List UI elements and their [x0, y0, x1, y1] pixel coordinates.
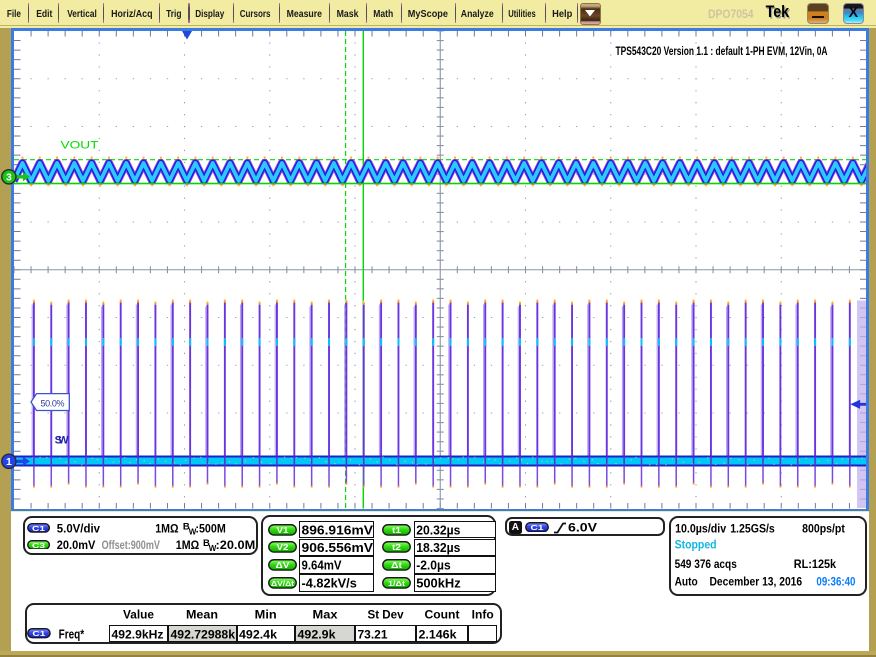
svg-text:5.0V/div: 5.0V/div: [57, 522, 101, 536]
svg-text:2.146k: 2.146k: [419, 628, 457, 642]
svg-text:18.32µs: 18.32µs: [416, 540, 460, 555]
svg-text:Offset:900mV: Offset:900mV: [102, 540, 161, 552]
svg-text:1.25GS/s: 1.25GS/s: [730, 522, 775, 536]
svg-text:Count: Count: [425, 609, 460, 621]
svg-text::20.0M: :20.0M: [216, 538, 256, 552]
svg-text:Mean: Mean: [186, 609, 218, 621]
svg-text:Auto: Auto: [675, 574, 698, 588]
svg-text:549 376 acqs: 549 376 acqs: [675, 557, 737, 571]
svg-text:73.21: 73.21: [358, 628, 388, 642]
svg-text:Info: Info: [472, 609, 494, 621]
svg-text:500kHz: 500kHz: [416, 576, 461, 591]
svg-text:20.32µs: 20.32µs: [416, 522, 460, 537]
svg-text:906.556mV: 906.556mV: [302, 540, 374, 555]
svg-text:896.916mV: 896.916mV: [302, 522, 374, 537]
svg-text:Max: Max: [313, 609, 339, 621]
svg-text:Freq*: Freq*: [59, 627, 85, 641]
svg-text:492.9k: 492.9k: [298, 628, 336, 642]
svg-text:492.4k: 492.4k: [239, 628, 277, 642]
svg-text:-2.0µs: -2.0µs: [416, 558, 451, 573]
svg-text:492.9kHz: 492.9kHz: [112, 628, 164, 642]
svg-text:800ps/pt: 800ps/pt: [802, 522, 845, 536]
svg-text:1MΩ: 1MΩ: [155, 522, 179, 536]
svg-text:Stopped: Stopped: [675, 537, 717, 551]
svg-text::500M: :500M: [195, 522, 225, 536]
svg-text:6.0V: 6.0V: [568, 520, 597, 534]
svg-text:A: A: [512, 522, 519, 533]
svg-text:December 13, 2016: December 13, 2016: [710, 574, 803, 588]
svg-text:Tek: Tek: [766, 3, 790, 21]
svg-text:09:36:40: 09:36:40: [816, 574, 855, 588]
svg-text:DPO7054: DPO7054: [708, 7, 754, 21]
svg-text:1MΩ: 1MΩ: [176, 538, 200, 552]
svg-text:492.72988k: 492.72988k: [171, 628, 236, 642]
svg-text:Value: Value: [123, 609, 154, 621]
svg-text:Min: Min: [255, 609, 277, 621]
svg-text:20.0mV: 20.0mV: [57, 538, 96, 552]
svg-text:10.0µs/div: 10.0µs/div: [675, 522, 726, 536]
svg-text:-4.82kV/s: -4.82kV/s: [302, 576, 357, 591]
svg-text:St Dev: St Dev: [368, 609, 405, 621]
svg-text:RL:125k: RL:125k: [794, 557, 837, 571]
svg-text:9.64mV: 9.64mV: [302, 558, 342, 573]
